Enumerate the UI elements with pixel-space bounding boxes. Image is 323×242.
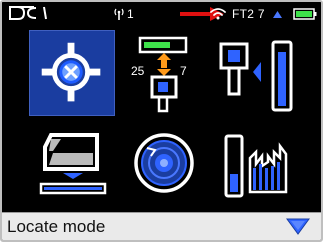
target-steering-icon [134,133,194,193]
locate-crosshair-icon [41,42,101,102]
dci-logo [9,6,47,20]
battery-full-icon [293,8,317,20]
antenna-value: 1 [127,7,134,21]
wifi-signal-icon [210,8,226,20]
locator-screen: 1 FT2 7 25 7 Locate mode [0,0,323,242]
target-steering-tile[interactable] [133,132,195,194]
transmitter-calibration-tile[interactable] [37,129,109,199]
frequency-optimizer-icon [224,134,288,198]
locate-mode-tile[interactable] [29,30,115,116]
down-arrow-icon[interactable] [286,218,310,235]
frequency-optimizer-tile[interactable] [222,134,308,200]
signal-strength-tile[interactable] [217,38,303,116]
transmitter-calibration-icon [39,133,107,195]
mode-label: Locate mode [7,217,106,236]
height-left-value: 25 [131,64,145,78]
antenna-icon [114,8,124,20]
mode-bar: Locate mode [2,212,321,240]
signal-strength-icon [219,40,293,112]
status-bar: 1 FT2 7 [2,2,321,26]
ft-frequency-label: FT2 7 [232,7,265,21]
up-triangle-icon [273,11,282,18]
height-right-value: 7 [180,64,187,78]
